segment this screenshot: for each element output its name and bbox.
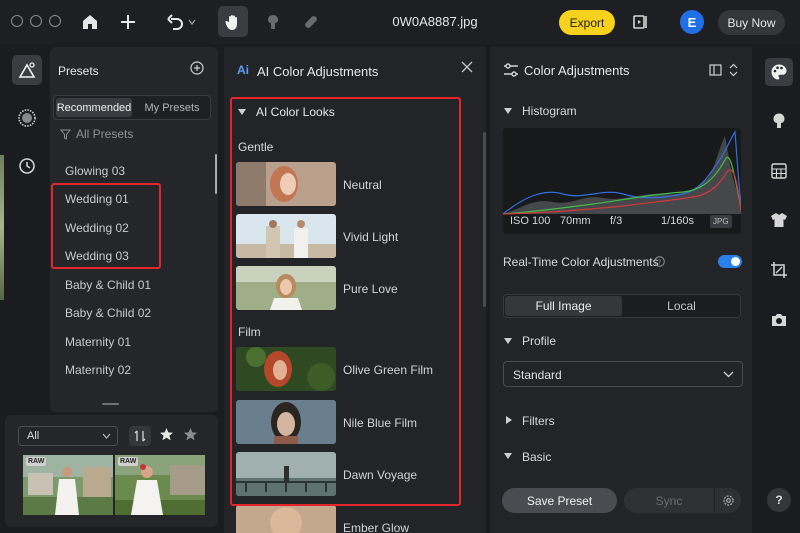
top-toolbar: 0W0A8887.jpg Export E Buy Now — [0, 0, 800, 44]
filmstrip-filter-select[interactable]: All — [18, 426, 118, 446]
presets-title: Presets — [58, 64, 99, 78]
expand-collapse-chevrons-icon[interactable] — [729, 63, 739, 77]
save-preset-button[interactable]: Save Preset — [502, 488, 617, 513]
look-thumbnail-ember-glow[interactable] — [236, 505, 336, 533]
profile-header[interactable]: Profile — [522, 334, 556, 348]
segment-full-image[interactable]: Full Image — [505, 296, 622, 316]
layout-panel-icon[interactable] — [709, 64, 723, 76]
segment-local[interactable]: Local — [623, 296, 740, 316]
ai-texture-tool-icon[interactable] — [12, 103, 42, 133]
sort-icon[interactable] — [129, 426, 151, 446]
filmstrip-thumbnail[interactable]: RAW — [23, 455, 113, 515]
basic-header[interactable]: Basic — [522, 450, 551, 464]
presets-tab-bar: Recommended My Presets — [53, 95, 211, 120]
ai-color-adjustments-panel: Ai AI Color Adjustments AI Color Looks G… — [224, 47, 486, 533]
add-icon[interactable] — [117, 11, 139, 33]
histogram-format-badge: JPG — [710, 215, 732, 228]
raw-badge: RAW — [26, 457, 47, 466]
raw-badge: RAW — [118, 457, 139, 466]
window-close-control[interactable] — [11, 15, 23, 27]
portrait-face-icon[interactable] — [765, 107, 793, 135]
filter-funnel-icon — [60, 129, 71, 140]
user-avatar[interactable]: E — [680, 10, 704, 34]
filmstrip-thumbnail[interactable]: RAW — [115, 455, 205, 515]
portrait-retouch-icon[interactable] — [262, 11, 284, 33]
scope-segmented-control: Full Image Local — [503, 294, 741, 318]
highlight-box-ai-color-looks — [230, 97, 461, 506]
presets-panel: Presets Recommended My Presets All Prese… — [50, 47, 218, 412]
window-minimize-control[interactable] — [30, 15, 42, 27]
histogram-aperture: f/3 — [610, 215, 623, 227]
buy-now-button[interactable]: Buy Now — [718, 10, 785, 35]
presets-scrollbar[interactable] — [215, 154, 217, 194]
color-adjustments-panel: Color Adjustments Histogram ISO 100 70mm… — [490, 47, 752, 533]
filmstrip-filter-value: All — [27, 430, 40, 442]
realtime-color-label: Real-Time Color Adjustments — [503, 255, 659, 269]
ai-logo-icon: Ai — [237, 63, 249, 77]
export-button[interactable]: Export — [559, 10, 615, 35]
history-tool-icon[interactable] — [12, 151, 42, 181]
expand-triangle-icon[interactable] — [506, 416, 512, 424]
tab-recommended[interactable]: Recommended — [56, 98, 132, 117]
all-presets-filter[interactable]: All Presets — [60, 127, 133, 141]
presets-tool-icon[interactable] — [12, 55, 42, 85]
compare-panel-icon[interactable] — [630, 11, 652, 33]
close-icon[interactable] — [461, 61, 473, 73]
histogram-iso: ISO 100 — [510, 215, 551, 227]
add-preset-icon[interactable] — [190, 61, 206, 77]
chevron-down-icon — [723, 371, 734, 378]
hand-tool-icon[interactable] — [218, 6, 248, 37]
healing-bandage-icon[interactable] — [300, 11, 322, 33]
histogram-chart: ISO 100 70mm f/3 1/160s JPG — [503, 128, 741, 234]
all-presets-label: All Presets — [76, 127, 134, 141]
preset-item[interactable]: Glowing 03 — [65, 164, 125, 178]
crop-transform-icon[interactable] — [765, 256, 793, 284]
preset-item[interactable]: Maternity 01 — [65, 335, 131, 349]
histogram-header[interactable]: Histogram — [522, 104, 577, 118]
collapse-triangle-icon[interactable] — [504, 108, 512, 114]
right-tool-rail: ? — [756, 47, 800, 533]
help-info-icon[interactable]: ? — [654, 256, 665, 267]
star-outline-icon[interactable] — [183, 427, 199, 443]
profile-select-value: Standard — [513, 368, 562, 382]
camera-icon[interactable] — [765, 306, 793, 334]
help-button[interactable]: ? — [767, 488, 791, 512]
undo-icon[interactable] — [164, 11, 186, 33]
ai-panel-title: AI Color Adjustments — [257, 64, 379, 79]
panel-resize-handle[interactable] — [102, 403, 119, 405]
background-grid-icon[interactable] — [765, 157, 793, 185]
look-name[interactable]: Ember Glow — [343, 521, 409, 533]
filters-header[interactable]: Filters — [522, 414, 555, 428]
file-name-title: 0W0A8887.jpg — [392, 14, 478, 29]
chevron-down-icon — [102, 433, 111, 439]
histogram-focal-length: 70mm — [560, 215, 591, 227]
star-filled-icon[interactable] — [159, 427, 175, 443]
tab-my-presets[interactable]: My Presets — [134, 98, 210, 117]
svg-text:?: ? — [658, 258, 662, 266]
profile-select[interactable]: Standard — [503, 361, 743, 387]
filmstrip-panel: All RAW RAW — [5, 415, 218, 527]
left-tool-rail — [5, 47, 49, 412]
histogram-shutter: 1/160s — [661, 215, 695, 227]
preset-item[interactable]: Maternity 02 — [65, 363, 131, 377]
collapse-triangle-icon[interactable] — [504, 338, 512, 344]
sync-settings-gear-icon[interactable] — [715, 488, 741, 513]
clothing-shirt-icon[interactable] — [765, 206, 793, 234]
home-icon[interactable] — [79, 11, 101, 33]
collapse-triangle-icon[interactable] — [504, 453, 512, 459]
color-panel-title: Color Adjustments — [524, 63, 630, 78]
window-zoom-control[interactable] — [49, 15, 61, 27]
color-palette-icon[interactable] — [765, 58, 793, 86]
undo-history-chevron-icon[interactable] — [187, 13, 197, 31]
toggle-knob — [731, 257, 740, 266]
ai-panel-scrollbar[interactable] — [483, 132, 486, 307]
preset-item[interactable]: Baby & Child 01 — [65, 278, 151, 292]
highlight-box-wedding-presets — [51, 183, 161, 269]
sliders-icon — [503, 63, 519, 77]
background-photo-edge — [0, 155, 4, 300]
sync-button[interactable]: Sync — [624, 488, 714, 513]
preset-item[interactable]: Baby & Child 02 — [65, 306, 151, 320]
